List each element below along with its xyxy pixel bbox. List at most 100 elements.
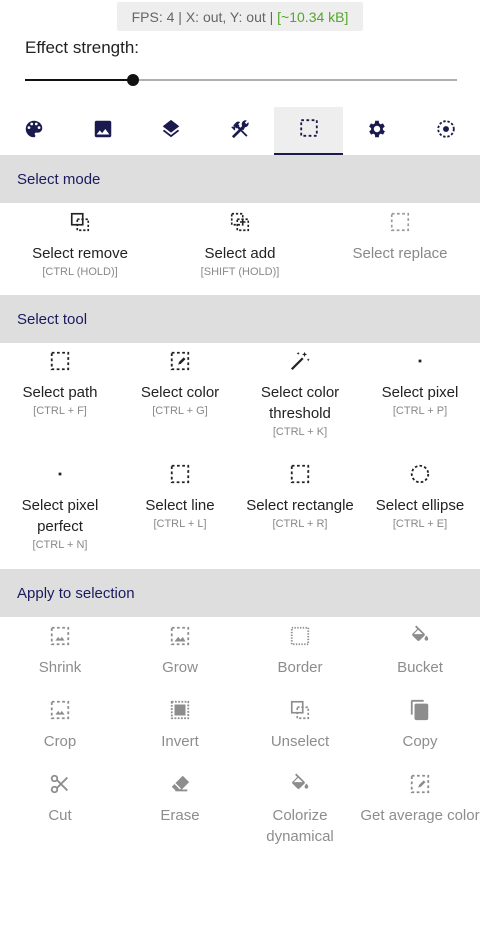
pixel-icon (409, 350, 431, 377)
unselect-icon (289, 699, 311, 726)
item-shortcut: [CTRL + K] (272, 426, 328, 438)
bucket-icon (409, 624, 431, 652)
select-replace-icon (389, 211, 411, 238)
tab-target[interactable] (411, 107, 480, 155)
item-label: Select remove (32, 245, 128, 262)
status-separator: | (178, 8, 182, 25)
tab-layers[interactable] (137, 107, 206, 155)
coords-value: X: out, Y: out (185, 8, 266, 25)
effect-strength-label: Effect strength: (25, 38, 140, 57)
copy-icon (409, 699, 431, 726)
dashed-line-icon (169, 463, 191, 490)
invert-icon (169, 699, 191, 726)
average-color-icon (409, 773, 431, 800)
crop-button[interactable]: Crop (0, 699, 120, 752)
item-label: Grow (162, 659, 198, 676)
select-color-button[interactable]: Select color [CTRL + G] (120, 350, 240, 418)
dashed-rectangle-icon (289, 463, 311, 490)
item-shortcut: [CTRL (HOLD)] (42, 266, 118, 278)
tools-icon (229, 118, 251, 145)
select-mode-title: Select mode (17, 171, 101, 188)
item-shortcut: [CTRL + N] (32, 539, 88, 551)
tab-tools[interactable] (206, 107, 275, 155)
item-label: Select replace (352, 245, 448, 262)
item-label: Colorize dynamical (266, 807, 334, 845)
get-average-color-button[interactable]: Get average color (360, 773, 480, 826)
item-label: Select ellipse (375, 497, 465, 514)
target-icon (435, 118, 457, 145)
select-rectangle-button[interactable]: Select rectangle [CTRL + R] (240, 463, 360, 531)
item-label: Select pixel (381, 384, 459, 401)
tab-settings[interactable] (343, 107, 412, 155)
copy-button[interactable]: Copy (360, 699, 480, 752)
layers-icon (160, 118, 182, 145)
item-label: Crop (43, 733, 77, 750)
apply-grid: Shrink Grow Border Bucket Crop Invert Un… (0, 617, 480, 952)
bucket-button[interactable]: Bucket (360, 624, 480, 678)
effect-strength-slider[interactable] (25, 70, 457, 90)
magic-wand-icon (289, 350, 311, 377)
apply-title: Apply to selection (17, 585, 135, 602)
item-label: Erase (160, 807, 200, 824)
item-label: Cut (48, 807, 72, 824)
select-add-button[interactable]: Select add [SHIFT (HOLD)] (180, 211, 300, 279)
item-label: Select color threshold (260, 384, 340, 422)
item-label: Select path (22, 384, 98, 401)
border-icon (289, 625, 311, 652)
select-pixel-button[interactable]: Select pixel [CTRL + P] (360, 350, 480, 418)
dashed-circle-icon (409, 463, 431, 490)
tab-palette[interactable] (0, 107, 69, 155)
tab-selection[interactable] (274, 107, 343, 155)
settings-icon (366, 118, 388, 145)
invert-button[interactable]: Invert (120, 699, 240, 752)
crop-icon (49, 699, 71, 726)
select-pixel-perfect-button[interactable]: Select pixel perfect [CTRL + N] (0, 463, 120, 552)
item-shortcut: [CTRL + F] (33, 405, 87, 417)
colorize-icon (289, 772, 311, 800)
item-shortcut: [CTRL + P] (392, 405, 448, 417)
item-shortcut: [CTRL + G] (152, 405, 208, 417)
apply-header: Apply to selection (0, 569, 480, 617)
select-replace-button[interactable]: Select replace (340, 211, 460, 264)
colorize-dynamical-button[interactable]: Colorize dynamical (240, 772, 360, 847)
select-ellipse-button[interactable]: Select ellipse [CTRL + E] (360, 463, 480, 531)
shrink-button[interactable]: Shrink (0, 625, 120, 678)
item-label: Select add (204, 245, 276, 262)
item-label: Copy (402, 733, 438, 750)
palette-icon (23, 118, 45, 145)
grow-button[interactable]: Grow (120, 625, 240, 678)
select-add-icon (229, 211, 251, 238)
scissors-icon (49, 773, 71, 800)
item-label: Unselect (270, 733, 330, 750)
select-color-icon (169, 350, 191, 377)
select-remove-button[interactable]: Select remove [CTRL (HOLD)] (20, 211, 140, 279)
border-button[interactable]: Border (240, 625, 360, 678)
unselect-button[interactable]: Unselect (240, 699, 360, 752)
erase-button[interactable]: Erase (120, 773, 240, 826)
tab-image[interactable] (69, 107, 138, 155)
image-icon (92, 118, 114, 145)
item-shortcut: [CTRL + R] (272, 518, 328, 530)
select-mode-grid: Select remove [CTRL (HOLD)] Select add [… (0, 203, 480, 295)
cut-button[interactable]: Cut (0, 773, 120, 826)
item-label: Select pixel perfect (21, 497, 99, 535)
item-label: Shrink (38, 659, 82, 676)
item-shortcut: [SHIFT (HOLD)] (200, 266, 280, 278)
shrink-icon (49, 625, 71, 652)
item-label: Border (277, 659, 323, 676)
memory-value: [~10.34 kB] (277, 8, 349, 25)
select-line-button[interactable]: Select line [CTRL + L] (120, 463, 240, 531)
dashed-square-icon (49, 350, 71, 377)
select-path-button[interactable]: Select path [CTRL + F] (0, 350, 120, 418)
fps-value: FPS: 4 (131, 8, 175, 25)
slider-thumb[interactable] (127, 74, 139, 86)
select-tool-grid: Select path [CTRL + F] Select color [CTR… (0, 343, 480, 569)
item-shortcut: [CTRL + E] (392, 518, 448, 530)
status-separator: | (269, 8, 274, 25)
item-shortcut: [CTRL + L] (153, 518, 207, 530)
pixel-perfect-icon (49, 463, 71, 490)
status-bar: FPS: 4 | X: out, Y: out | [~10.34 kB] (117, 2, 363, 31)
item-label: Bucket (397, 659, 443, 676)
slider-fill (25, 79, 133, 81)
select-color-threshold-button[interactable]: Select color threshold [CTRL + K] (240, 350, 360, 439)
